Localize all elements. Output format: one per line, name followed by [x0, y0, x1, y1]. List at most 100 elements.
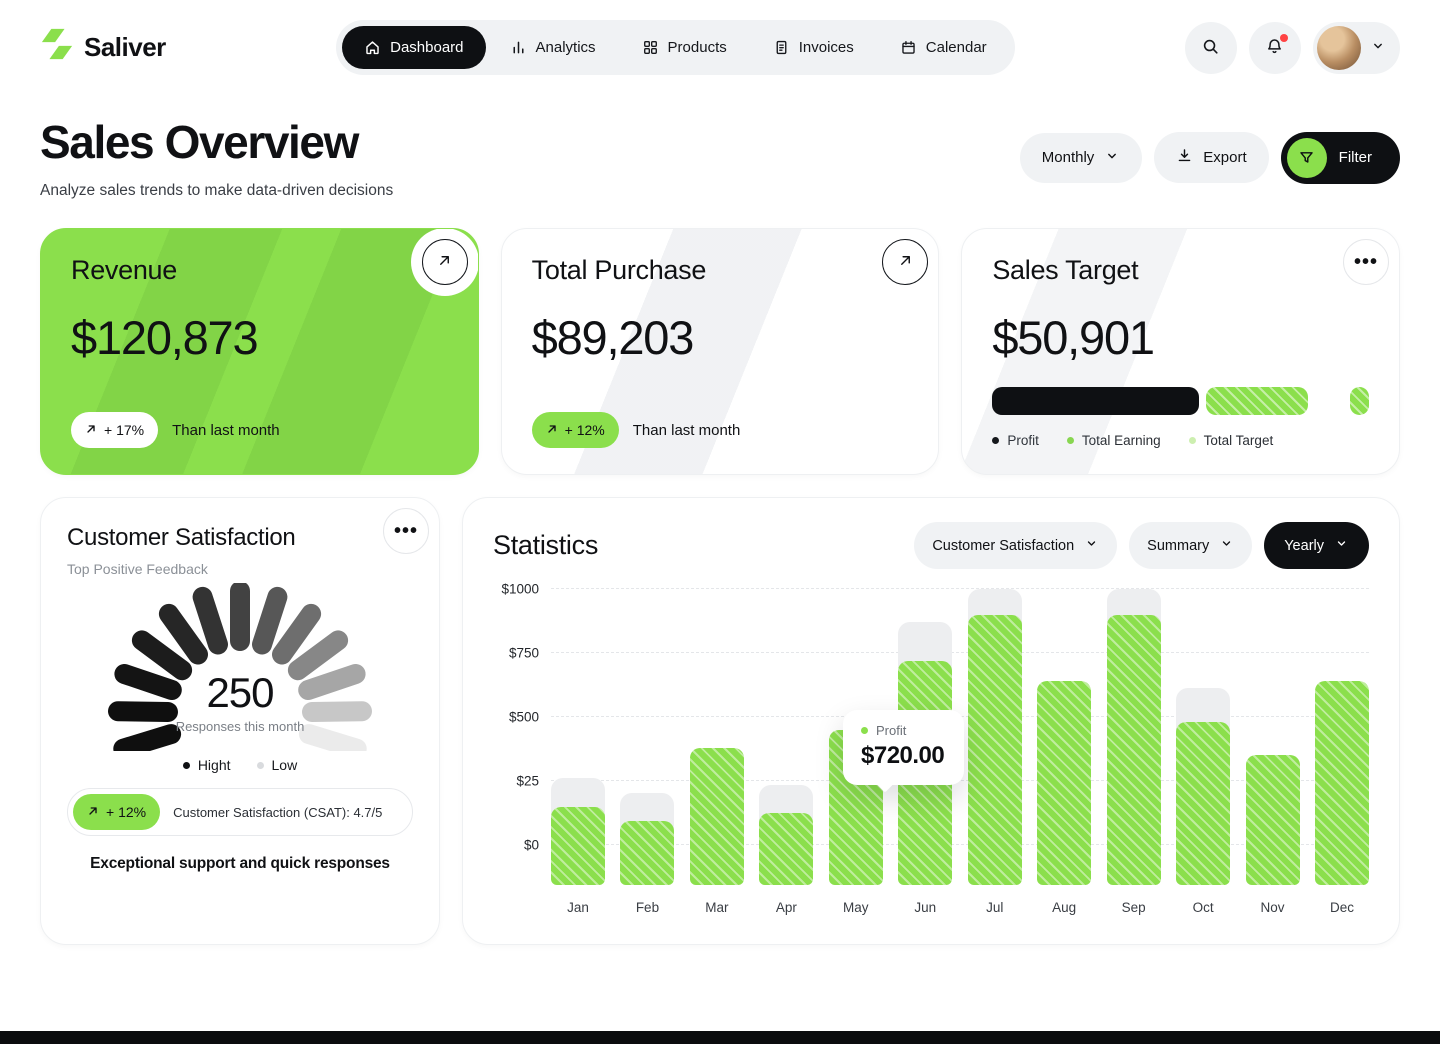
- trend-up-icon: [546, 422, 558, 438]
- kpi-row: Revenue $120,873 + 17% Than last month T…: [40, 228, 1400, 475]
- arrow-up-right-icon: [898, 253, 913, 271]
- nav-invoices[interactable]: Invoices: [751, 26, 876, 69]
- legend-label: Total Earning: [1082, 433, 1161, 448]
- x-tick-label: Aug: [1037, 900, 1091, 915]
- card-title: Customer Satisfaction: [67, 524, 413, 552]
- compare-label: Than last month: [633, 422, 741, 439]
- card-title: Total Purchase: [532, 255, 909, 286]
- y-tick-label: $500: [493, 710, 539, 725]
- topbar: Saliver Dashboard Analytics Products: [40, 20, 1400, 75]
- bar-sep[interactable]: [1107, 615, 1161, 885]
- total-purchase-value: $89,203: [532, 310, 909, 365]
- legend-dot: [1189, 437, 1196, 444]
- head-actions: Monthly Export Filter: [1020, 132, 1400, 184]
- notifications-button[interactable]: [1249, 22, 1301, 74]
- x-tick-label: May: [829, 900, 883, 915]
- progress-target-segment: [1350, 387, 1369, 415]
- bar-slot-feb: Feb: [620, 585, 674, 885]
- nav-calendar[interactable]: Calendar: [878, 26, 1009, 69]
- customer-satisfaction-card: Customer Satisfaction Top Positive Feedb…: [40, 497, 440, 945]
- legend-item-low: Low: [257, 757, 298, 773]
- period-select[interactable]: Monthly: [1020, 133, 1143, 183]
- satisfaction-note: Exceptional support and quick responses: [67, 855, 413, 873]
- chevron-down-icon: [1334, 536, 1349, 555]
- sales-target-menu-button[interactable]: •••: [1343, 239, 1389, 285]
- search-button[interactable]: [1185, 22, 1237, 74]
- bar-jan[interactable]: [551, 807, 605, 885]
- chevron-down-icon: [1104, 148, 1120, 168]
- statistics-head: Statistics Customer Satisfaction Summary: [493, 522, 1369, 569]
- bar-slot-aug: Aug: [1037, 585, 1091, 885]
- bar-oct[interactable]: [1176, 722, 1230, 885]
- x-tick-label: Jul: [968, 900, 1022, 915]
- bar-feb[interactable]: [620, 821, 674, 885]
- chevron-down-icon: [1084, 536, 1099, 555]
- statistics-card: Statistics Customer Satisfaction Summary: [462, 497, 1400, 945]
- lightning-icon: [40, 27, 74, 68]
- calendar-icon: [900, 39, 917, 56]
- gauge-segment: [309, 734, 357, 749]
- nav-products[interactable]: Products: [620, 26, 749, 69]
- gauge-segment: [282, 614, 311, 655]
- gauge-segment: [203, 597, 218, 645]
- total-purchase-expand-button[interactable]: [882, 239, 928, 285]
- range-select[interactable]: Yearly: [1264, 522, 1369, 569]
- bar-mar[interactable]: [690, 748, 744, 885]
- satisfaction-menu-button[interactable]: •••: [383, 508, 429, 554]
- nav-label: Dashboard: [390, 39, 463, 56]
- gauge-segment: [142, 640, 182, 670]
- x-tick-label: Jun: [898, 900, 952, 915]
- x-tick-label: Oct: [1176, 900, 1230, 915]
- bar-jul[interactable]: [968, 615, 1022, 885]
- card-title: Sales Target: [992, 255, 1369, 286]
- legend-dot: [183, 762, 190, 769]
- legend-dot: [257, 762, 264, 769]
- csat-delta-badge: + 12%: [73, 794, 160, 830]
- nav-analytics[interactable]: Analytics: [488, 26, 618, 69]
- bar-apr[interactable]: [759, 813, 813, 885]
- satisfaction-gauge: 250 Responses this month: [90, 583, 390, 751]
- bar-slot-oct: Oct: [1176, 585, 1230, 885]
- dots-menu-icon: •••: [1354, 251, 1378, 274]
- notification-dot: [1280, 34, 1288, 42]
- legend-label: Low: [272, 757, 298, 773]
- logo[interactable]: Saliver: [40, 27, 166, 68]
- legend-label: Total Target: [1204, 433, 1274, 448]
- bar-slot-jul: Jul: [968, 585, 1022, 885]
- x-tick-label: Feb: [620, 900, 674, 915]
- nav-dashboard[interactable]: Dashboard: [342, 26, 485, 69]
- bar-aug[interactable]: [1037, 681, 1091, 885]
- bar-chart: $1000$750$500$25$0 JanFebMarAprMayJunJul…: [551, 585, 1369, 885]
- products-icon: [642, 39, 659, 56]
- x-tick-label: Jan: [551, 900, 605, 915]
- x-tick-label: Apr: [759, 900, 813, 915]
- range-select-value: Yearly: [1284, 538, 1324, 554]
- legend-dot: [992, 437, 999, 444]
- card-title: Statistics: [493, 530, 598, 561]
- y-tick-label: $0: [493, 838, 539, 853]
- download-icon: [1176, 147, 1193, 168]
- sales-target-legend: Profit Total Earning Total Target: [992, 433, 1369, 448]
- filter-button[interactable]: Filter: [1281, 132, 1400, 184]
- export-button[interactable]: Export: [1154, 132, 1268, 183]
- revenue-value: $120,873: [71, 310, 448, 365]
- filter-icon: [1287, 138, 1327, 178]
- user-menu[interactable]: [1313, 22, 1400, 74]
- bar-dec[interactable]: [1315, 681, 1369, 885]
- metric-select-value: Customer Satisfaction: [932, 538, 1074, 554]
- sales-dashboard: Saliver Dashboard Analytics Products: [0, 20, 1440, 1044]
- bar-slot-dec: Dec: [1315, 585, 1369, 885]
- top-actions: [1185, 22, 1400, 74]
- bar-nov[interactable]: [1246, 755, 1300, 885]
- revenue-expand-button[interactable]: [422, 239, 468, 285]
- home-icon: [364, 39, 381, 56]
- period-select-value: Monthly: [1042, 149, 1095, 166]
- x-tick-label: Nov: [1246, 900, 1300, 915]
- invoices-icon: [773, 39, 790, 56]
- export-label: Export: [1203, 149, 1246, 166]
- progress-earning-segment: [1206, 387, 1308, 415]
- summary-select[interactable]: Summary: [1129, 522, 1252, 569]
- metric-select[interactable]: Customer Satisfaction: [914, 522, 1117, 569]
- gauge-segment: [262, 597, 277, 645]
- legend-item-hight: Hight: [183, 757, 231, 773]
